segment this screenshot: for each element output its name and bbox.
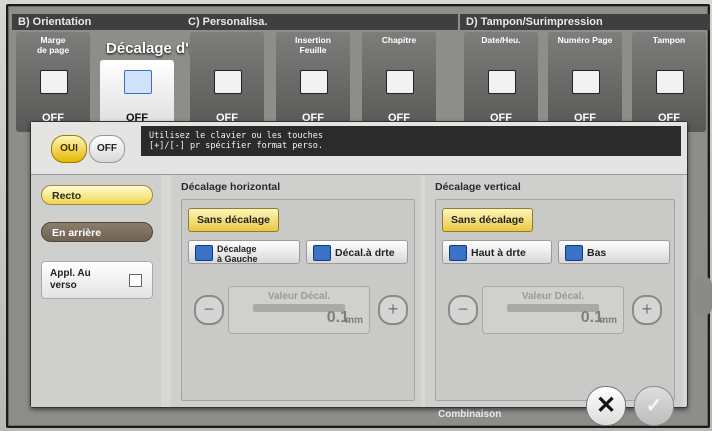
stamp-icon <box>656 70 684 94</box>
horizontal-shift-box: Sans décalage Décalage à Gauche Décal.à … <box>181 199 415 401</box>
shift-up-button[interactable]: Haut à drte <box>442 240 552 264</box>
vertical-shift-group: Décalage vertical Sans décalage Haut à d… <box>425 175 683 407</box>
cover-icon <box>214 70 242 94</box>
toggle-off-button[interactable]: OFF <box>89 135 125 163</box>
decrease-horizontal-button[interactable]: − <box>194 295 224 325</box>
shift-right-label: Décal.à drte <box>335 247 395 259</box>
shift-down-label: Bas <box>587 247 607 259</box>
tile-chapter[interactable]: Chapitre OFF <box>362 32 436 132</box>
tile-label: Insertion Feuille <box>295 35 331 55</box>
shift-left-button[interactable]: Décalage à Gauche <box>188 240 300 264</box>
horizontal-value-label: Valeur Décal. <box>267 291 331 302</box>
decrease-vertical-button[interactable]: − <box>448 295 478 325</box>
tile-page-margin[interactable]: Marge de page OFF <box>16 32 90 132</box>
page-margin-icon <box>40 70 68 94</box>
shift-up-label: Haut à drte <box>471 247 526 259</box>
image-shift-dialog: OUI OFF Utilisez le clavier ou les touch… <box>30 121 688 408</box>
tile-page-number[interactable]: Numéro Page OFF <box>548 32 622 132</box>
no-shift-horizontal-button[interactable]: Sans décalage <box>188 208 279 232</box>
shift-down-icon <box>565 245 583 261</box>
shift-right-icon <box>313 245 331 261</box>
recto-button[interactable]: Recto <box>41 185 153 205</box>
chapter-icon <box>386 70 414 94</box>
horizontal-shift-title: Décalage horizontal <box>181 181 281 193</box>
combination-label: Combinaison <box>438 409 502 420</box>
date-stamp-icon <box>488 70 516 94</box>
tile-label: Tampon <box>652 35 686 45</box>
shift-right-button[interactable]: Décal.à drte <box>306 240 408 264</box>
shift-down-button[interactable]: Bas <box>558 240 670 264</box>
horizontal-unit: mm <box>345 315 363 326</box>
tile-label: Chapitre <box>381 35 417 45</box>
image-shift-icon <box>124 70 152 94</box>
tile-label: Date/Heu. <box>481 35 521 45</box>
vertical-value-label: Valeur Décal. <box>521 291 585 302</box>
tile-label: Marge de page <box>36 35 70 55</box>
vertical-shift-title: Décalage vertical <box>435 181 521 193</box>
tile-stamp[interactable]: Tampon OFF <box>632 32 706 132</box>
dialog-topbar: OUI OFF Utilisez le clavier ou les touch… <box>31 122 687 175</box>
increase-horizontal-button[interactable]: + <box>378 295 408 325</box>
check-icon: ✓ <box>645 395 663 417</box>
ok-button[interactable]: ✓ <box>634 386 674 426</box>
scroll-handle[interactable] <box>694 276 712 316</box>
section-personalisa: C) Personalisa. <box>182 14 458 30</box>
side-column: Recto En arrière Appl. Au verso <box>31 175 161 407</box>
instruction-message: Utilisez le clavier ou les touches [+]/[… <box>141 126 681 156</box>
insert-sheet-icon <box>300 70 328 94</box>
no-shift-vertical-button[interactable]: Sans décalage <box>442 208 533 232</box>
page-number-icon <box>572 70 600 94</box>
apply-verso-button[interactable]: Appl. Au verso <box>41 261 153 299</box>
tile-label: Numéro Page <box>557 35 613 45</box>
vertical-unit: mm <box>599 315 617 326</box>
apply-verso-checkbox[interactable] <box>129 274 142 287</box>
shift-up-icon <box>449 245 467 261</box>
shift-left-label: Décalage à Gauche <box>217 244 258 264</box>
shift-left-icon <box>195 245 213 261</box>
screen: B) Orientation C) Personalisa. D) Tampon… <box>0 0 712 431</box>
tile-date-time[interactable]: Date/Heu. OFF <box>464 32 538 132</box>
horizontal-shift-group: Décalage horizontal Sans décalage Décala… <box>171 175 421 407</box>
cancel-button[interactable]: ✕ <box>586 386 626 426</box>
horizontal-value-box[interactable]: Valeur Décal. 0.1 mm <box>228 286 370 334</box>
vertical-value-box[interactable]: Valeur Décal. 0.1 mm <box>482 286 624 334</box>
tile-insert-sheet[interactable]: Insertion Feuille OFF <box>276 32 350 132</box>
section-tampon: D) Tampon/Surimpression <box>460 14 710 30</box>
toggle-on-button[interactable]: OUI <box>51 135 87 163</box>
close-icon: ✕ <box>595 392 617 419</box>
tile-cover[interactable]: OFF <box>190 32 264 132</box>
vertical-shift-box: Sans décalage Haut à drte Bas − Valeur D… <box>435 199 675 401</box>
increase-vertical-button[interactable]: + <box>632 295 662 325</box>
section-orientation: B) Orientation <box>12 14 182 30</box>
en-arriere-button[interactable]: En arrière <box>41 222 153 242</box>
